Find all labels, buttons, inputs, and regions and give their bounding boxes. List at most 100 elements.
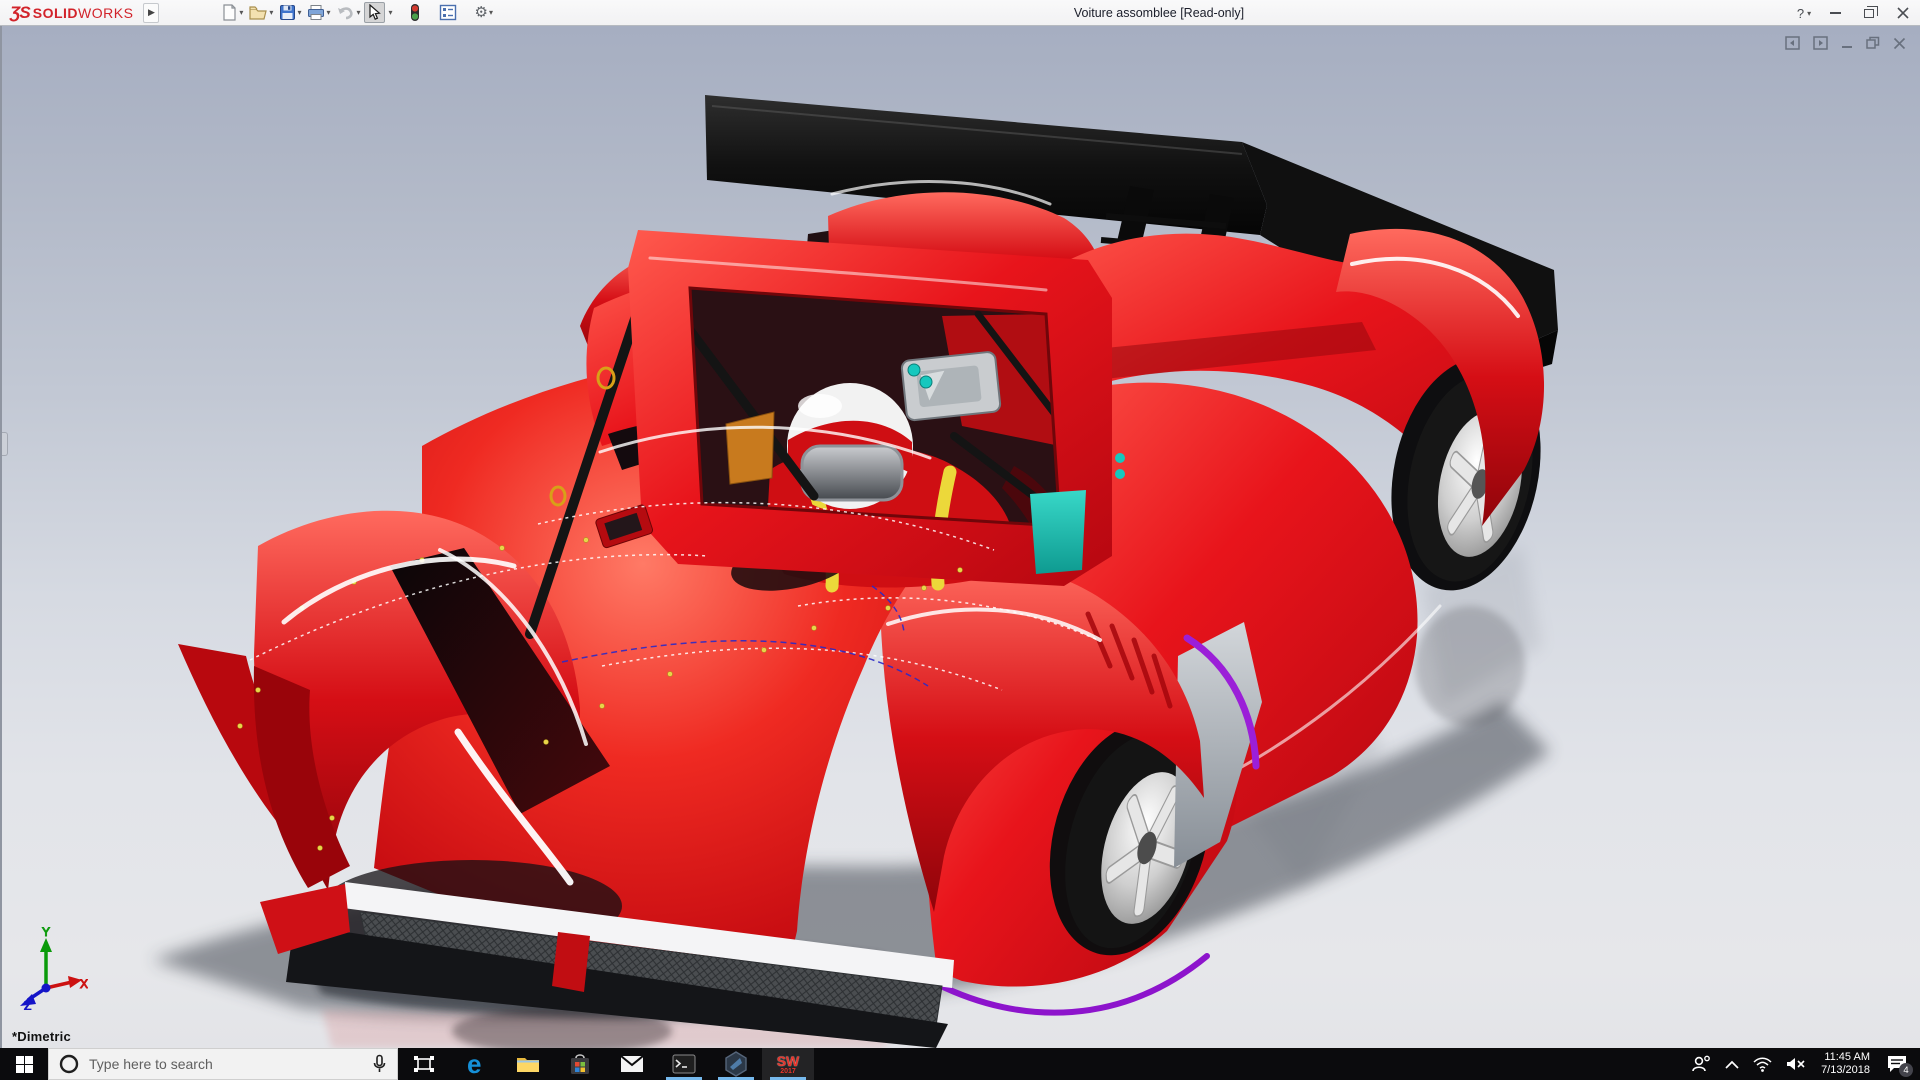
minimize-icon <box>1829 12 1841 14</box>
system-tray: 11:45 AM 7/13/2018 4 <box>1684 1048 1920 1080</box>
dropdown-arrow-icon[interactable]: ▾ <box>489 8 493 17</box>
volume-button[interactable] <box>1779 1048 1813 1080</box>
gear-icon: ⚙ <box>474 4 488 21</box>
new-document-icon <box>223 4 237 21</box>
notification-badge: 4 <box>1899 1063 1913 1077</box>
rear-view-mirror <box>900 351 1002 422</box>
options-button[interactable]: ⚙ ▾ <box>473 4 495 21</box>
store-icon <box>571 1054 589 1074</box>
help-icon: ? <box>1796 5 1805 21</box>
task-view-icon <box>414 1056 434 1072</box>
rebuild-stoplight-icon <box>410 4 419 21</box>
select-dropdown-arrow-icon[interactable]: ▾ <box>388 8 392 17</box>
close-button[interactable] <box>1886 0 1920 26</box>
clock-time: 11:45 AM <box>1824 1051 1870 1063</box>
restore-button[interactable] <box>1852 0 1886 26</box>
file-explorer-icon <box>517 1058 539 1072</box>
people-icon <box>1692 1055 1710 1072</box>
brand-solid: SOLID <box>32 4 79 21</box>
taskbar-app-edge[interactable]: e <box>450 1048 502 1080</box>
orientation-triad: Y X Z <box>20 925 88 1010</box>
speaker-muted-icon <box>1787 1058 1805 1070</box>
solidworks-logo-icon: ƷS <box>10 2 31 22</box>
cortana-icon <box>59 1054 79 1074</box>
windows-logo-icon <box>15 1055 33 1073</box>
dropdown-arrow-icon[interactable]: ▾ <box>297 8 301 17</box>
solidworks-logo: ƷS SOLID WORKS <box>0 3 139 23</box>
print-icon <box>308 5 325 20</box>
restore-icon <box>1864 5 1878 18</box>
triad-y-label: Y <box>42 925 50 939</box>
help-dropdown-arrow-icon: ▾ <box>1807 8 1812 18</box>
dropdown-arrow-icon[interactable]: ▾ <box>269 8 273 17</box>
action-center-button[interactable]: 4 <box>1878 1048 1920 1080</box>
select-cursor-icon <box>369 4 382 21</box>
wifi-icon <box>1753 1057 1772 1072</box>
document-window-controls <box>1785 36 1906 50</box>
flyout-arrow-icon: ▶ <box>147 7 155 17</box>
search-input[interactable] <box>89 1056 362 1072</box>
clock-date: 7/13/2018 <box>1821 1064 1870 1076</box>
minimize-button[interactable] <box>1818 0 1852 26</box>
new-document-button[interactable]: ▾ <box>219 3 245 22</box>
taskbar-app-hexagon[interactable] <box>710 1048 762 1080</box>
window-title: Voiture assomblee [Read-only] <box>1073 6 1245 20</box>
solidworks-window: ƷS SOLID WORKS ▶ ▾ ▾ ▾ ▾ ▾ ▾ ⚙ ▾ Voiture… <box>0 0 1920 1080</box>
people-button[interactable] <box>1684 1048 1718 1080</box>
save-button[interactable]: ▾ <box>277 3 303 22</box>
edge-glyph: e <box>467 1050 481 1078</box>
doc-minimize-icon[interactable] <box>1841 36 1853 50</box>
hexagon-app-icon <box>725 1051 747 1077</box>
open-button[interactable]: ▾ <box>247 3 275 22</box>
taskbar-app-store[interactable] <box>554 1048 606 1080</box>
save-floppy-icon <box>280 5 296 20</box>
dropdown-arrow-icon[interactable]: ▾ <box>356 8 360 17</box>
view-orientation-label: *Dimetric <box>12 1029 71 1044</box>
quick-access-toolbar: ▾ ▾ ▾ ▾ ▾ ▾ ⚙ ▾ <box>219 2 495 23</box>
panel-edge-tab[interactable] <box>2 432 8 456</box>
edge-icon: e <box>467 1050 481 1078</box>
title-bar: ƷS SOLID WORKS ▶ ▾ ▾ ▾ ▾ ▾ ▾ ⚙ ▾ Voiture… <box>0 0 1920 26</box>
triad-z-label: Z <box>24 999 31 1010</box>
taskbar-clock[interactable]: 11:45 AM 7/13/2018 <box>1813 1051 1878 1077</box>
open-folder-icon <box>249 6 268 20</box>
design-report-button[interactable] <box>437 3 459 22</box>
visor <box>800 444 904 502</box>
close-icon <box>1897 7 1909 19</box>
tray-overflow-button[interactable] <box>1718 1048 1746 1080</box>
triad-x-label: X <box>80 977 88 991</box>
taskbar-app-mail[interactable] <box>606 1048 658 1080</box>
print-button[interactable]: ▾ <box>305 3 332 22</box>
taskbar-app-file-explorer[interactable] <box>502 1048 554 1080</box>
undo-icon <box>338 6 354 19</box>
orange-panel <box>725 411 775 485</box>
windows-taskbar: e <box>0 1048 1920 1080</box>
taskbar-app-solidworks[interactable]: SW 2017 <box>762 1048 814 1080</box>
doc-restore-icon[interactable] <box>1866 36 1880 50</box>
pane-right-icon[interactable] <box>1813 36 1828 50</box>
mail-icon <box>620 1055 644 1072</box>
taskbar-app-command-prompt[interactable] <box>658 1048 710 1080</box>
graphics-viewport[interactable]: Y X Z *Dimetric <box>0 26 1920 1048</box>
help-button[interactable]: ? ▾ <box>1790 0 1818 26</box>
taskbar-search[interactable] <box>48 1048 398 1080</box>
dropdown-arrow-icon[interactable]: ▾ <box>239 8 243 17</box>
task-view-button[interactable] <box>398 1048 450 1080</box>
solidworks-2017-icon: SW 2017 <box>776 1052 800 1075</box>
network-button[interactable] <box>1746 1048 1779 1080</box>
rebuild-button[interactable] <box>407 2 423 23</box>
brand-works: WORKS <box>78 4 134 21</box>
window-controls: ? ▾ <box>1790 0 1920 26</box>
chevron-up-icon <box>1725 1060 1739 1069</box>
start-button[interactable] <box>0 1048 48 1080</box>
pane-left-icon[interactable] <box>1785 36 1800 50</box>
select-button[interactable] <box>364 2 386 23</box>
race-car-model[interactable] <box>2 26 1920 1048</box>
microphone-icon[interactable] <box>372 1054 387 1074</box>
menu-flyout-button[interactable]: ▶ <box>143 2 160 23</box>
command-prompt-icon <box>672 1054 696 1074</box>
undo-button[interactable]: ▾ <box>334 4 362 22</box>
doc-close-icon[interactable] <box>1893 37 1906 50</box>
report-list-icon <box>439 4 456 21</box>
dropdown-arrow-icon[interactable]: ▾ <box>326 8 330 17</box>
